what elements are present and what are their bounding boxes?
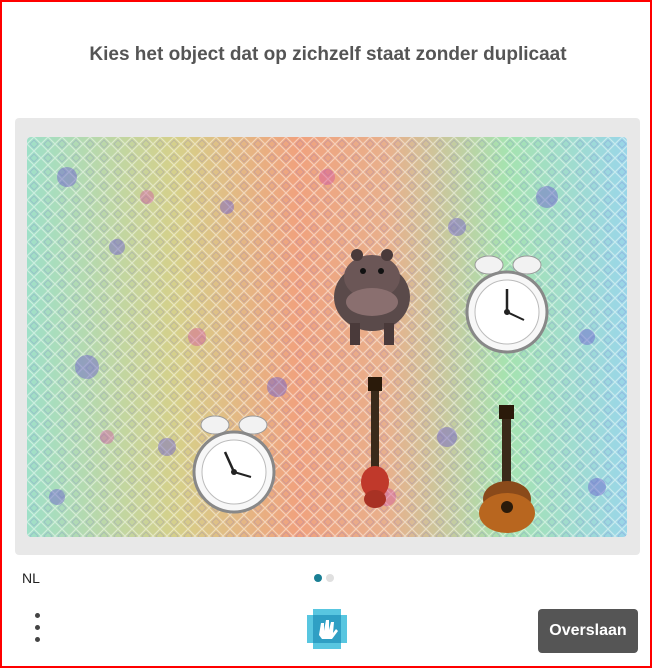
- challenge-image[interactable]: [27, 137, 627, 537]
- challenge-prompt: Kies het object dat op zichzelf staat zo…: [89, 44, 567, 65]
- skip-button[interactable]: Overslaan: [538, 609, 638, 653]
- captcha-frame: Kies het object dat op zichzelf staat zo…: [0, 0, 652, 668]
- hcaptcha-logo-icon: [307, 609, 347, 649]
- challenge-panel: [15, 118, 640, 555]
- menu-dot-icon: [35, 613, 40, 618]
- language-selector[interactable]: NL: [22, 570, 40, 586]
- page-dot-1: [314, 574, 322, 582]
- page-dot-2: [326, 574, 334, 582]
- menu-dot-icon: [35, 625, 40, 630]
- menu-button[interactable]: [26, 610, 48, 648]
- menu-dot-icon: [35, 637, 40, 642]
